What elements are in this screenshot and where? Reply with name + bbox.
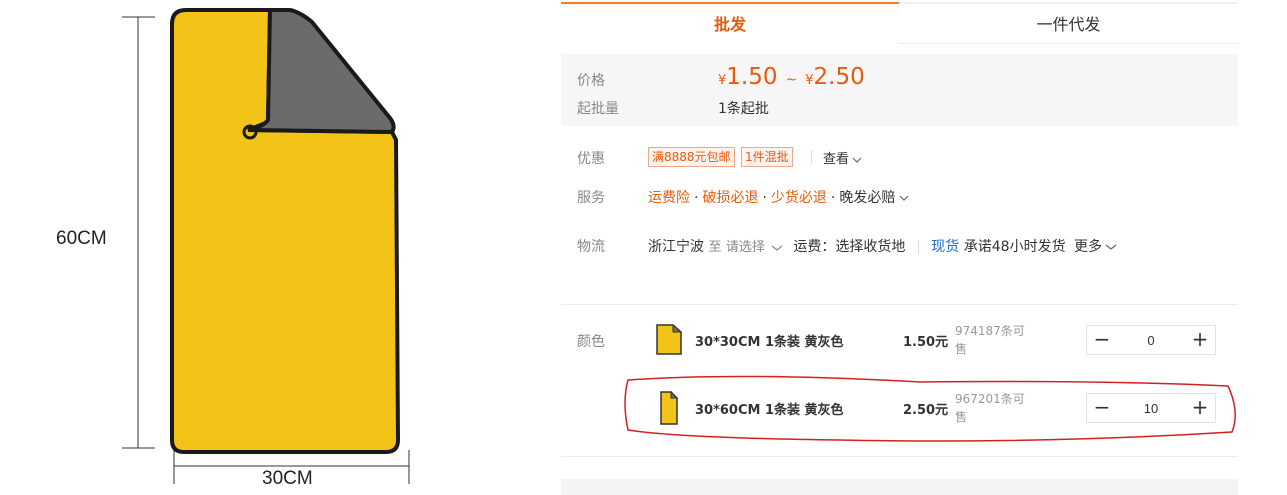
- chevron-down-icon: [771, 245, 783, 251]
- plus-icon[interactable]: +: [1185, 394, 1215, 422]
- view-label: 查看: [823, 152, 850, 167]
- price-min: 1.50: [726, 64, 778, 90]
- promotions-label: 优惠: [577, 151, 605, 167]
- chevron-down-icon: [852, 157, 862, 163]
- price-max: 2.50: [813, 64, 865, 90]
- shipping-fee: 运费：选择收货地: [793, 239, 906, 255]
- height-dimension-line: [122, 16, 155, 449]
- section-divider: [561, 304, 1238, 305]
- plus-icon[interactable]: +: [1185, 326, 1215, 354]
- to-label: 至: [708, 240, 722, 255]
- services-label: 服务: [577, 190, 605, 206]
- minus-icon[interactable]: −: [1087, 394, 1117, 422]
- tab-wholesale[interactable]: 批发: [561, 2, 899, 44]
- quantity-stepper: − +: [1086, 393, 1216, 423]
- price-range: ¥1.50 ~ ¥2.50: [718, 64, 865, 90]
- origin-city: 浙江宁波: [648, 239, 704, 255]
- chevron-down-icon[interactable]: [899, 194, 909, 202]
- towel-folded-corner: [249, 8, 396, 135]
- variant-thumbnail[interactable]: [651, 390, 685, 426]
- variant-name: 30*60CM 1条装 黄灰色: [695, 403, 844, 418]
- minus-icon[interactable]: −: [1087, 326, 1117, 354]
- promotions-view-link[interactable]: 查看: [823, 148, 862, 167]
- logistics-info: 浙江宁波 至 请选择 运费：选择收货地 现货 承诺48小时发货 更多: [648, 236, 1117, 256]
- variant-row: 30*30CM 1条装 黄灰色 1.50元 974187条可售 − +: [561, 314, 1238, 366]
- quantity-input[interactable]: [1117, 326, 1185, 354]
- logistics-more-link[interactable]: 更多: [1074, 239, 1117, 255]
- width-label: 30CM: [262, 468, 313, 489]
- stock-status: 现货: [931, 239, 960, 255]
- service-shortage-return[interactable]: 少货必退: [771, 190, 827, 206]
- quantity-input[interactable]: [1117, 394, 1185, 422]
- tab-dropship[interactable]: 一件代发: [899, 2, 1238, 44]
- service-separator: ·: [830, 190, 836, 206]
- shipping-promise: 承诺48小时发货: [963, 239, 1066, 255]
- footer-bar: [561, 479, 1238, 495]
- variant-stock: 967201条可售: [955, 392, 1025, 424]
- service-separator: ·: [694, 190, 699, 206]
- quantity-stepper: − +: [1086, 325, 1216, 355]
- logistics-separator: [917, 240, 919, 254]
- services-list: 运费险 · 破损必退 · 少货必退 · 晚发必赔: [648, 187, 909, 207]
- price-label: 价格: [577, 73, 605, 89]
- service-damage-return[interactable]: 破损必退: [702, 190, 758, 206]
- service-late-compensation[interactable]: 晚发必赔: [839, 190, 895, 206]
- price-box: 价格 起批量 ¥1.50 ~ ¥2.50 1条起批: [561, 54, 1238, 126]
- promo-tag-mixed-batch[interactable]: 1件混批: [741, 147, 793, 167]
- variant-row: 30*60CM 1条装 黄灰色 2.50元 967201条可售 − +: [561, 382, 1238, 434]
- destination-select[interactable]: 请选择: [726, 240, 783, 255]
- more-label: 更多: [1074, 239, 1103, 255]
- destination-placeholder: 请选择: [725, 240, 765, 255]
- variant-price: 2.50元: [903, 403, 949, 418]
- purchase-mode-tabs: 批发 一件代发: [561, 2, 1238, 44]
- variant-name: 30*30CM 1条装 黄灰色: [695, 335, 844, 350]
- price-range-separator: ~: [785, 72, 798, 88]
- variant-price: 1.50元: [903, 335, 949, 350]
- promo-separator: [811, 150, 812, 164]
- currency-symbol: ¥: [805, 73, 814, 88]
- chevron-down-icon: [1105, 244, 1117, 250]
- service-separator: ·: [762, 190, 767, 206]
- promo-tag-free-shipping[interactable]: 满8888元包邮: [648, 147, 735, 167]
- variant-thumbnail[interactable]: [651, 322, 685, 358]
- logistics-label: 物流: [577, 239, 605, 255]
- height-label: 60CM: [56, 228, 107, 249]
- moq-value: 1条起批: [718, 101, 769, 117]
- product-image: 60CM 30CM: [0, 0, 560, 495]
- moq-label: 起批量: [577, 101, 619, 117]
- service-freight-insurance[interactable]: 运费险: [648, 190, 690, 206]
- section-divider: [561, 456, 1238, 457]
- variant-stock: 974187条可售: [955, 324, 1025, 356]
